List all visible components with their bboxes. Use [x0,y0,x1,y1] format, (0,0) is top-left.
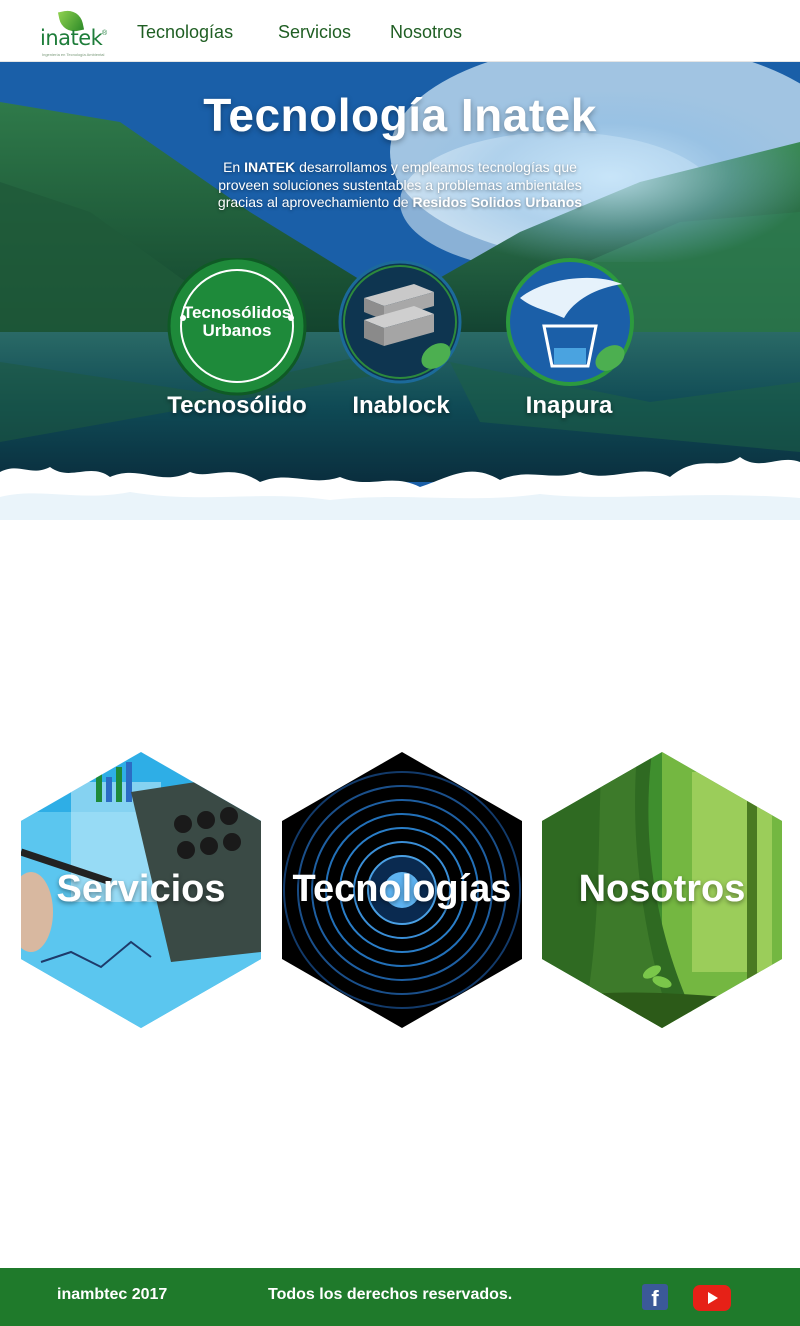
footer-rights: Todos los derechos reservados. [268,1286,513,1303]
nav-link-nosotros[interactable]: Nosotros [390,22,462,43]
hero-banner: Tecnología Inatek En INATEK desarrollamo… [0,62,800,520]
play-icon [708,1292,718,1304]
nav-link-tecnologias[interactable]: Tecnologías [137,22,233,43]
tech-label-inapura[interactable]: Inapura [484,392,654,420]
hero-description: En INATEK desarrollamos y empleamos tecn… [217,159,583,210]
section-label-nosotros: Nosotros [578,868,746,910]
logo-tagline: Ingeniería en Tecnología Ambiental [42,52,105,57]
youtube-icon[interactable] [693,1285,731,1311]
hero-title: Tecnología Inatek [203,89,597,141]
page-footer: inambtec 2017 Todos los derechos reserva… [0,1268,800,1326]
snow-edge-decoration [0,457,800,520]
section-card-servicios[interactable]: Servicios [21,752,261,1028]
section-label-servicios: Servicios [56,868,226,910]
logo-text: inatek [40,26,103,50]
section-label-tecnologias: Tecnologías [292,868,512,910]
top-navigation: inatek ® Ingeniería en Tecnología Ambien… [0,0,800,62]
section-card-nosotros[interactable]: Nosotros [542,752,782,1028]
section-card-tecnologias[interactable]: Tecnologías [282,752,522,1028]
brand-name: INATEK [244,159,296,175]
footer-copyright: inambtec 2017 [57,1286,168,1303]
facebook-icon[interactable]: f [642,1284,668,1311]
registered-mark: ® [102,30,108,37]
tecnosolidos-badge-text: Tecnosólidos Urbanos [182,303,292,340]
emphasis-text: Residos Solidos Urbanos [412,194,583,210]
inatek-logo[interactable]: inatek ® Ingeniería en Tecnología Ambien… [36,7,110,57]
tech-label-tecnosolido[interactable]: Tecnosólido [152,392,322,420]
tech-label-inablock[interactable]: Inablock [316,392,486,420]
nav-link-servicios[interactable]: Servicios [278,22,351,43]
